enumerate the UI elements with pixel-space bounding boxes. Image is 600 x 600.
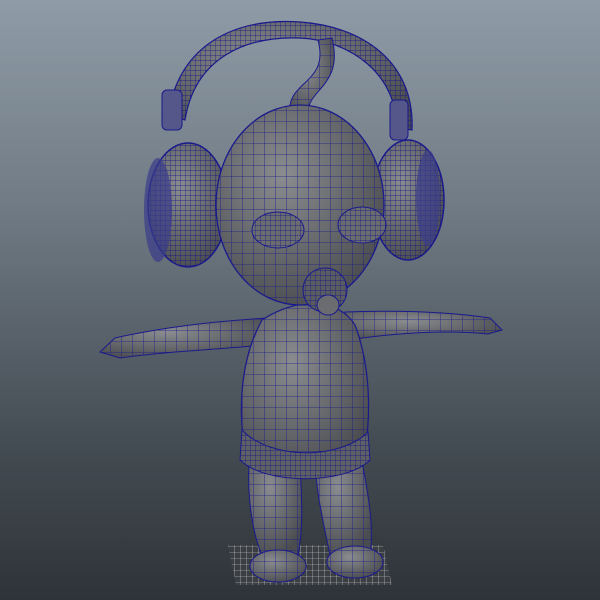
character-head bbox=[215, 104, 387, 306]
3d-viewport[interactable] bbox=[0, 0, 600, 600]
character-torso bbox=[239, 302, 371, 480]
viewport-canvas[interactable] bbox=[0, 0, 600, 600]
